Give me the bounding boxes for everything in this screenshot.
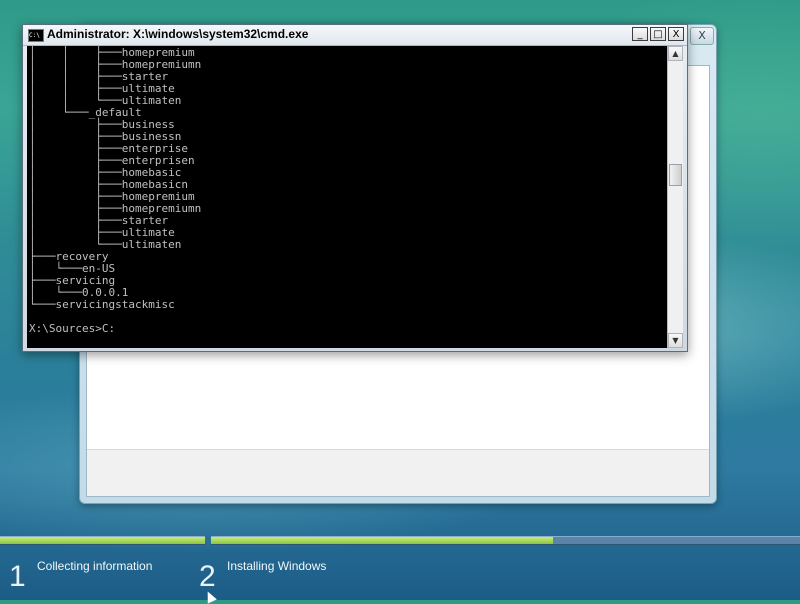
cmd-titlebar[interactable]: C:\ Administrator: X:\windows\system32\c… bbox=[23, 25, 687, 46]
cmd-window[interactable]: C:\ Administrator: X:\windows\system32\c… bbox=[22, 24, 688, 352]
step-2-number: 2 bbox=[199, 560, 216, 593]
step-2-progress-fill bbox=[211, 537, 553, 544]
vertical-scrollbar[interactable]: ▲ ▼ bbox=[667, 46, 683, 348]
step-1-progress-fill bbox=[0, 537, 205, 544]
console-output-area[interactable]: │ │ ├───homepremium │ │ ├───homepremiumn… bbox=[27, 46, 668, 348]
setup-progress-area: 1 Collecting information 2 Installing Wi… bbox=[0, 532, 800, 600]
setup-close-button[interactable]: X bbox=[690, 27, 714, 45]
step-1-progress-bar bbox=[0, 536, 205, 545]
scroll-down-arrow-icon[interactable]: ▼ bbox=[668, 333, 683, 348]
close-button[interactable]: X bbox=[668, 27, 684, 41]
scroll-up-arrow-icon[interactable]: ▲ bbox=[668, 46, 683, 61]
minimize-button[interactable]: _ bbox=[632, 27, 648, 41]
step-1-number: 1 bbox=[9, 560, 26, 593]
step-2-label: Installing Windows bbox=[227, 559, 327, 573]
cmd-title: Administrator: X:\windows\system32\cmd.e… bbox=[47, 27, 309, 41]
step-1-label: Collecting information bbox=[37, 559, 153, 573]
setup-footer bbox=[87, 449, 709, 496]
scroll-thumb[interactable] bbox=[669, 164, 682, 186]
cmd-icon: C:\ bbox=[28, 29, 44, 42]
window-controls: _ □ X bbox=[632, 27, 684, 41]
maximize-button[interactable]: □ bbox=[650, 27, 666, 41]
console-text: │ │ ├───homepremium │ │ ├───homepremiumn… bbox=[29, 46, 202, 335]
step-2-progress-bar bbox=[211, 536, 800, 545]
